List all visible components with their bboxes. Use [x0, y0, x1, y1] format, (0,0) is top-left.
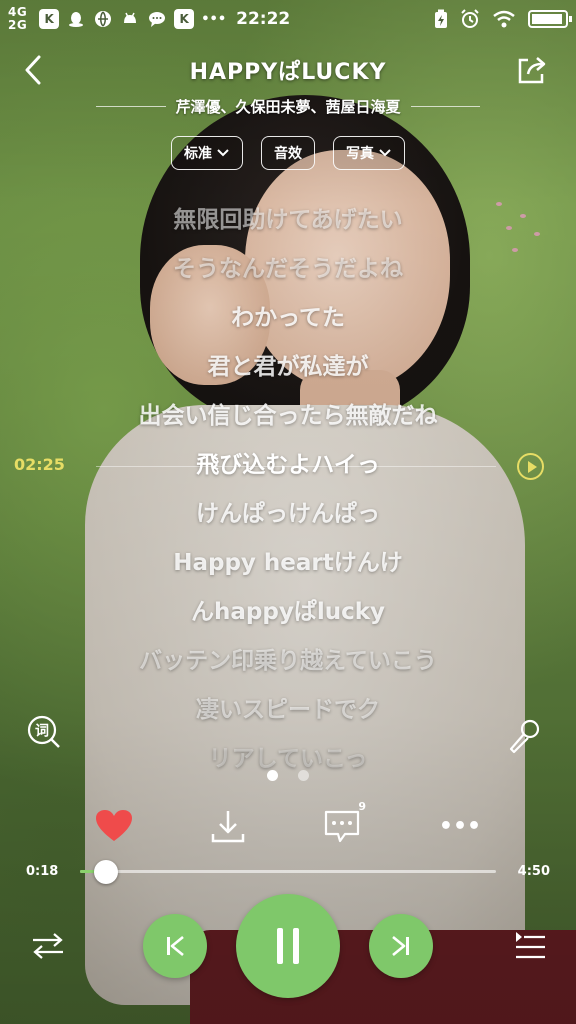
page-dot-active[interactable]	[267, 770, 278, 781]
background-label: 写真	[346, 146, 374, 162]
lyric-line: バッテン印乗り越えていこう	[139, 648, 437, 674]
progress-bar[interactable]	[80, 860, 496, 884]
quality-dropdown[interactable]: 标准	[171, 136, 243, 170]
microphone-icon	[509, 719, 540, 754]
k-app-icon: K	[39, 9, 60, 29]
chevron-down-icon	[379, 149, 391, 157]
divider-left	[96, 106, 166, 107]
share-button[interactable]	[514, 52, 550, 88]
lyrics-search-icon: 词	[27, 715, 60, 748]
options-row: 标准 音效 写真	[0, 136, 576, 170]
song-title: HAPPYぱLUCKY	[189, 60, 387, 85]
heart-icon	[96, 810, 132, 841]
current-time: 0:18	[26, 864, 59, 879]
status-bar: 4G 2G K K ••• 22:22	[0, 0, 576, 38]
browser-icon	[93, 9, 113, 29]
lyrics-panel[interactable]: 無限回助けてあげたい そうなんだそうだよね わかってた 君と君が私達が 出会い信…	[0, 196, 576, 784]
play-mode-button[interactable]	[30, 928, 66, 964]
quality-label: 标准	[184, 146, 212, 162]
svg-text:词: 词	[35, 724, 49, 740]
lyrics-toggle-button[interactable]: 词	[26, 714, 62, 750]
next-icon	[392, 935, 409, 957]
lyric-line: 出会い信じ合ったら無敵だね	[138, 403, 438, 429]
lyric-line: 君と君が私達が	[207, 354, 369, 380]
comment-count-badge: 9	[358, 800, 366, 813]
progress-knob[interactable]	[93, 860, 118, 884]
favorite-button[interactable]	[92, 804, 136, 848]
comment-icon	[324, 810, 360, 843]
k-app-icon-2: K	[174, 9, 195, 29]
share-icon	[518, 57, 546, 84]
comments-button[interactable]: 9	[320, 800, 366, 848]
shuffle-mode-icon	[33, 933, 63, 959]
network-indicator: 4G 2G	[8, 6, 27, 32]
previous-button[interactable]	[143, 914, 207, 978]
artist-row: 芹澤優、久保田未夢、茜屋日海夏	[96, 96, 481, 117]
playlist-button[interactable]	[512, 928, 548, 964]
lyric-line: けんぱっけんぱっ	[196, 501, 380, 527]
download-button[interactable]	[206, 804, 250, 848]
total-time: 4:50	[517, 864, 550, 879]
alarm-icon	[461, 9, 479, 28]
artist-names[interactable]: 芹澤優、久保田未夢、茜屋日海夏	[176, 96, 401, 117]
wifi-icon	[493, 10, 515, 28]
pause-icon	[277, 928, 299, 964]
download-icon	[211, 811, 245, 843]
back-button[interactable]	[18, 52, 48, 88]
battery-icon	[528, 10, 572, 28]
lyric-line: Happy heartけんけ	[173, 550, 403, 576]
previous-icon	[167, 935, 184, 957]
qq-penguin-icon	[66, 9, 86, 29]
lyric-seek-play-icon[interactable]	[517, 453, 544, 480]
action-row: 9 •••	[0, 800, 576, 848]
page-indicator	[0, 770, 576, 781]
more-options-button[interactable]: •••	[438, 804, 482, 848]
chat-bubble-icon	[147, 9, 167, 29]
battery-saver-icon	[435, 9, 447, 28]
play-pause-button[interactable]	[236, 894, 340, 998]
sound-effect-label: 音效	[274, 146, 302, 162]
chevron-left-icon	[25, 55, 41, 85]
next-button[interactable]	[369, 914, 433, 978]
chevron-down-icon	[217, 149, 229, 157]
network-2g: 2G	[8, 18, 28, 32]
lyric-seek-time: 02:25	[14, 455, 65, 474]
playlist-icon	[516, 932, 545, 959]
background-dropdown[interactable]: 写真	[333, 136, 405, 170]
lyric-line: わかってた	[231, 305, 345, 331]
lyric-line: そうなんだそうだよね	[173, 256, 403, 282]
divider-right	[410, 106, 481, 107]
karaoke-mic-button[interactable]	[506, 718, 542, 754]
more-notifications: •••	[201, 11, 227, 27]
clock: 22:22	[236, 9, 291, 29]
lyric-line: んhappyぱlucky	[191, 599, 385, 625]
sound-effect-button[interactable]: 音效	[261, 136, 315, 170]
lyric-line: 無限回助けてあげたい	[173, 207, 403, 233]
android-icon	[120, 9, 140, 29]
lyric-line: 凄いスピードでク	[196, 697, 380, 723]
page-dot[interactable]	[298, 770, 309, 781]
lyric-seek-line	[96, 466, 496, 467]
